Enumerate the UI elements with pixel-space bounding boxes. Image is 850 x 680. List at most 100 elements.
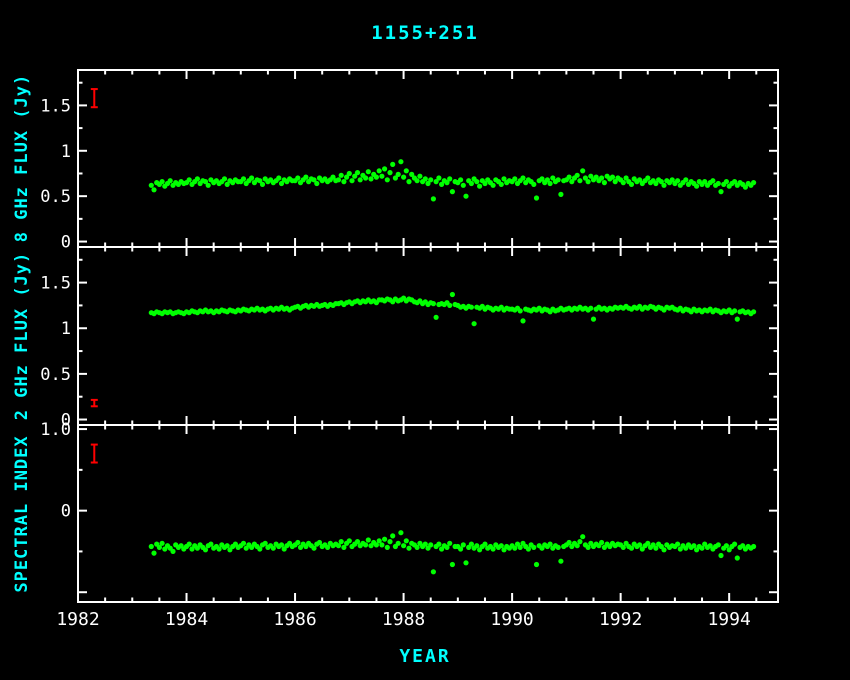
plot-canvas: 00.511.500.511.51.0019821984198619881990… <box>0 0 850 680</box>
data-point <box>716 542 721 547</box>
data-point <box>694 184 699 189</box>
data-point <box>374 175 379 180</box>
x-tick-label: 1982 <box>56 609 99 630</box>
data-point <box>339 173 344 178</box>
data-point <box>276 175 281 180</box>
data-point <box>599 540 604 545</box>
y-tick-label: 0 <box>61 233 71 253</box>
data-point <box>358 177 363 182</box>
y-tick-label: 0.5 <box>40 365 71 385</box>
data-point <box>349 178 354 183</box>
data-point <box>406 546 411 551</box>
data-point <box>377 168 382 173</box>
data-point <box>339 539 344 544</box>
data-point <box>472 321 477 326</box>
data-point <box>724 179 729 184</box>
data-point <box>675 178 680 183</box>
data-point <box>431 196 436 201</box>
data-point <box>751 309 756 314</box>
data-point <box>586 179 591 184</box>
data-point <box>718 189 723 194</box>
data-point <box>718 553 723 558</box>
data-point <box>716 181 721 186</box>
data-point <box>249 175 254 180</box>
data-point <box>222 176 227 181</box>
y-tick-label: 0.5 <box>40 187 71 207</box>
data-point <box>558 192 563 197</box>
data-point <box>436 542 441 547</box>
panel-frame <box>78 70 778 247</box>
data-point <box>398 159 403 164</box>
data-point <box>260 182 265 187</box>
data-point <box>423 176 428 181</box>
data-point <box>379 174 384 179</box>
data-point <box>366 537 371 542</box>
y-tick-label: 1.5 <box>40 96 71 116</box>
data-point <box>396 541 401 546</box>
data-point <box>341 179 346 184</box>
data-point <box>303 175 308 180</box>
data-point <box>151 187 156 192</box>
data-point <box>314 181 319 186</box>
y-tick-label: 1.0 <box>40 420 71 440</box>
data-point <box>295 540 300 545</box>
data-point <box>588 306 593 311</box>
x-tick-label: 1992 <box>599 609 642 630</box>
data-point <box>751 544 756 549</box>
data-point <box>336 177 341 182</box>
data-point <box>520 318 525 323</box>
data-point <box>187 542 192 547</box>
data-point <box>602 180 607 185</box>
y-tick-label: 1.5 <box>40 274 71 294</box>
data-point <box>368 176 373 181</box>
data-point <box>621 180 626 185</box>
data-point <box>520 175 525 180</box>
data-point <box>461 542 466 547</box>
data-point <box>735 555 740 560</box>
data-point <box>347 538 352 543</box>
data-point <box>567 175 572 180</box>
data-point <box>431 569 436 574</box>
data-point <box>556 545 561 550</box>
x-tick-label: 1986 <box>273 609 316 630</box>
data-point <box>241 176 246 181</box>
data-point <box>160 541 165 546</box>
data-point <box>675 542 680 547</box>
data-point <box>355 170 360 175</box>
data-point <box>591 317 596 322</box>
panel-frame <box>78 247 778 425</box>
data-point <box>556 177 561 182</box>
data-point <box>469 181 474 186</box>
data-point <box>415 178 420 183</box>
data-point <box>580 168 585 173</box>
data-point <box>661 183 666 188</box>
x-tick-label: 1984 <box>165 609 208 630</box>
data-point <box>580 534 585 539</box>
data-point <box>474 179 479 184</box>
data-point <box>385 177 390 182</box>
data-point <box>683 177 688 182</box>
data-point <box>401 175 406 180</box>
data-point <box>534 562 539 567</box>
data-point <box>577 178 582 183</box>
data-point <box>168 178 173 183</box>
data-point <box>575 173 580 178</box>
data-point <box>463 560 468 565</box>
data-point <box>206 183 211 188</box>
data-point <box>732 308 737 313</box>
data-point <box>366 169 371 174</box>
light-curve-figure: 1155+251 8 GHz FLUX (Jy) 2 GHz FLUX (Jy)… <box>0 0 850 680</box>
data-point <box>404 168 409 173</box>
data-point <box>387 170 392 175</box>
data-point <box>447 303 452 308</box>
data-point <box>534 195 539 200</box>
panel-frame <box>78 425 778 602</box>
data-point <box>149 544 154 549</box>
data-point <box>518 308 523 313</box>
data-point <box>187 177 192 182</box>
data-point <box>751 180 756 185</box>
data-point <box>390 162 395 167</box>
data-point <box>661 547 666 552</box>
data-point <box>436 175 441 180</box>
x-tick-label: 1988 <box>382 609 425 630</box>
